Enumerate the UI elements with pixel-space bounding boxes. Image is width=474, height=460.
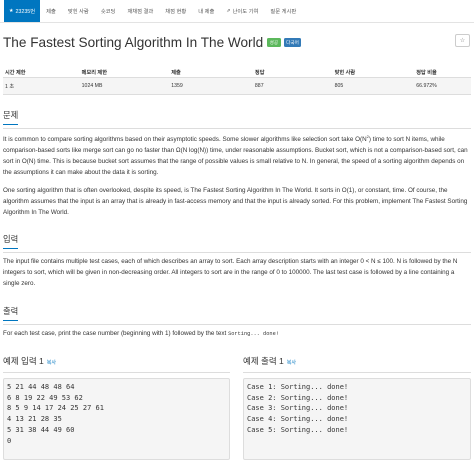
header-ratio: 정답 비율 [416,70,437,76]
sample-input-header: 예제 입력 1 복사 [3,356,56,366]
output-description: For each test case, print the case numbe… [3,330,279,337]
header-accepted: 정답 [254,70,265,76]
sample-input-box[interactable]: 5 21 44 48 48 64 6 8 19 22 49 53 62 8 5 … [3,378,230,460]
input-section-header: 입력 [3,233,471,253]
input-heading: 입력 [3,233,19,249]
star-icon: ★ [9,8,14,14]
tab-submit[interactable]: 제출 [40,0,62,22]
problem-header: The Fastest Sorting Algorithm In The Wor… [3,35,302,50]
accepted-value: 887 [254,83,264,89]
memory-limit-value: 1024 MB [81,83,103,89]
table-row: 1 초 1024 MB 1359 887 805 66.972% [3,78,471,95]
description-heading: 문제 [3,109,19,125]
problem-info-table: 시간 제한 메모리 제한 제출 정답 맞힌 사람 정답 비율 1 초 1024 … [3,68,471,95]
external-link-icon: ⇗ [226,8,231,14]
output-section-header: 출력 [3,305,471,325]
header-memory-limit: 메모리 제한 [81,70,107,76]
output-code: Sorting... done! [228,331,279,337]
problem-nav: ★ 23235번 제출 맞힌 사람 숏코딩 재채점 결과 채점 현황 내 제출 ⇗… [0,0,474,23]
header-solvers: 맞힌 사람 [334,70,356,76]
copy-output-button[interactable]: 복사 [287,360,296,366]
submissions-value[interactable]: 1359 [171,83,255,89]
description-paragraph-2: One sorting algorithm that is often over… [3,187,468,216]
sample-output-box[interactable]: Case 1: Sorting... done! Case 2: Sorting… [243,378,471,460]
sample-output-header: 예제 출력 1 복사 [243,356,296,366]
divider [3,372,230,373]
output-heading: 출력 [3,305,19,321]
time-limit-value: 1 초 [5,83,15,90]
header-submissions: 제출 [171,70,181,76]
tab-qna-board[interactable]: 질문 게시판 [264,0,302,22]
header-time-limit: 시간 제한 [5,70,26,76]
problem-title: The Fastest Sorting Algorithm In The Wor… [3,35,264,50]
tab-short-coding[interactable]: 숏코딩 [95,0,122,22]
solvers-value[interactable]: 805 [335,83,417,89]
tab-difficulty[interactable]: ⇗ 난이도 기여 [220,0,264,22]
tab-status[interactable]: 채점 현황 [159,0,192,22]
input-description: The input file contains multiple test ca… [3,258,458,287]
table-header: 시간 제한 메모리 제한 제출 정답 맞힌 사람 정답 비율 [3,68,471,78]
tab-rejudge-results[interactable]: 재채점 결과 [121,0,159,22]
description-paragraph-1: It is common to compare sorting algorith… [3,134,468,177]
copy-input-button[interactable]: 복사 [47,360,56,366]
star-icon: ☆ [459,38,466,44]
ratio-value: 66.972% [416,83,437,89]
tab-problem-number[interactable]: ★ 23235번 [4,0,41,22]
multilang-badge[interactable]: 다국어 [283,38,302,47]
tab-solved-users[interactable]: 맞힌 사람 [62,0,95,22]
favorite-button[interactable]: ☆ [455,34,470,47]
description-section-header: 문제 [3,109,471,129]
divider [243,372,471,373]
tab-my-submissions[interactable]: 내 제출 [192,0,220,22]
success-badge: 성공 [267,38,281,47]
